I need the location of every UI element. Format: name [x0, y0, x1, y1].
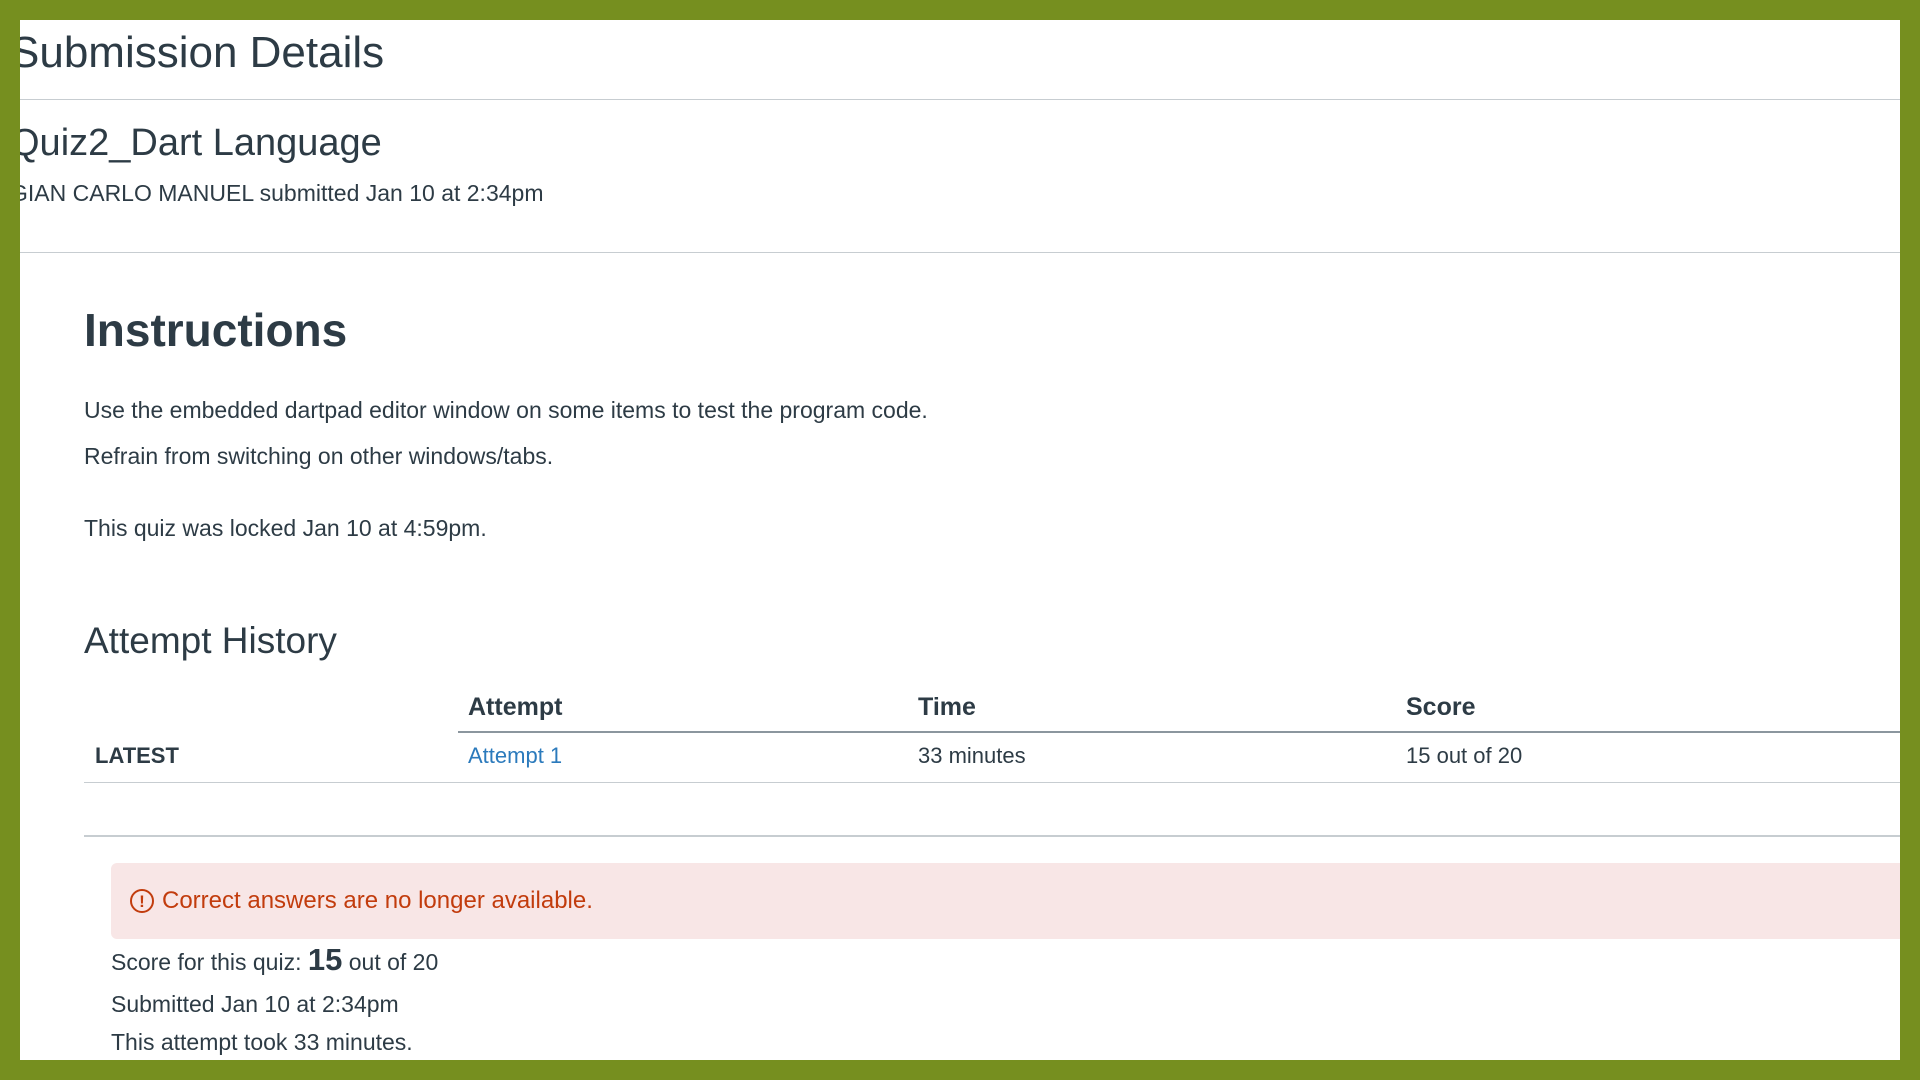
quiz-header: Quiz2_Dart Language GIAN CARLO MANUEL su…: [20, 100, 1900, 253]
column-header-time: Time: [918, 693, 976, 721]
exclamation-circle-icon: !: [130, 889, 154, 913]
column-header-attempt: Attempt: [468, 693, 563, 721]
score-prefix: Score for this quiz:: [111, 949, 302, 975]
submission-info: GIAN CARLO MANUEL submitted Jan 10 at 2:…: [20, 180, 544, 206]
submitted-time: Submitted Jan 10 at 2:34pm: [111, 991, 399, 1017]
attempt-history-table: Attempt Time Score LATEST Attempt 1 33 m…: [84, 693, 1900, 783]
locked-notice: This quiz was locked Jan 10 at 4:59pm.: [84, 515, 487, 541]
instruction-paragraph: Use the embedded dartpad editor window o…: [84, 397, 928, 423]
instruction-paragraph: Refrain from switching on other windows/…: [84, 443, 554, 469]
quiz-score-line: Score for this quiz: 15 out of 20: [111, 942, 438, 978]
score-suffix: out of 20: [348, 949, 439, 975]
attempt-duration: This attempt took 33 minutes.: [111, 1029, 413, 1055]
attempt-time: 33 minutes: [918, 743, 1026, 768]
latest-label: LATEST: [95, 743, 179, 768]
attempt-score: 15 out of 20: [1406, 743, 1523, 768]
answers-unavailable-alert: ! Correct answers are no longer availabl…: [111, 863, 1900, 939]
page-header: Submission Details: [20, 20, 1900, 100]
page-title: Submission Details: [20, 28, 385, 77]
table-header-row: Attempt Time Score: [84, 693, 1900, 733]
instructions-heading: Instructions: [84, 304, 348, 356]
column-header-score: Score: [1406, 693, 1476, 721]
quiz-title: Quiz2_Dart Language: [20, 122, 382, 164]
table-row: LATEST Attempt 1 33 minutes 15 out of 20: [84, 731, 1900, 783]
attempt-link[interactable]: Attempt 1: [468, 743, 562, 769]
alert-text: Correct answers are no longer available.: [162, 887, 593, 914]
score-value: 15: [307, 942, 343, 977]
attempt-history-heading: Attempt History: [84, 620, 337, 661]
section-divider: [84, 835, 1900, 837]
content-frame: Submission Details Quiz2_Dart Language G…: [20, 20, 1900, 1060]
